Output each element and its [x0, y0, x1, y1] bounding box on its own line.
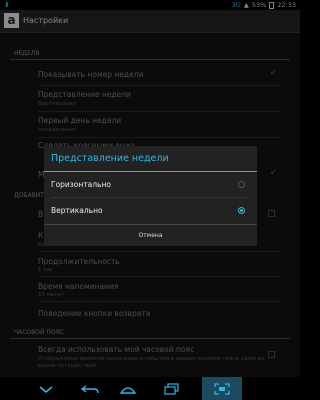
back-icon[interactable]: [80, 381, 100, 395]
navigation-bar: [0, 377, 300, 400]
option-label: Горизонтально: [51, 180, 111, 189]
radio-selected[interactable]: [238, 207, 245, 214]
collapse-icon[interactable]: [36, 381, 56, 395]
cancel-button[interactable]: Отмена: [44, 225, 257, 246]
dialog-title: Представление недели: [51, 153, 169, 164]
screenshot-icon[interactable]: [212, 381, 232, 395]
radio-unselected[interactable]: [238, 181, 245, 188]
home-icon[interactable]: [118, 381, 138, 395]
recent-apps-icon[interactable]: [162, 381, 182, 395]
option-horizontal[interactable]: Горизонтально: [44, 172, 257, 197]
option-label: Вертикально: [51, 206, 103, 215]
option-vertical[interactable]: Вертикально: [44, 198, 257, 223]
week-view-dialog: Представление недели Горизонтально Верти…: [44, 146, 257, 246]
